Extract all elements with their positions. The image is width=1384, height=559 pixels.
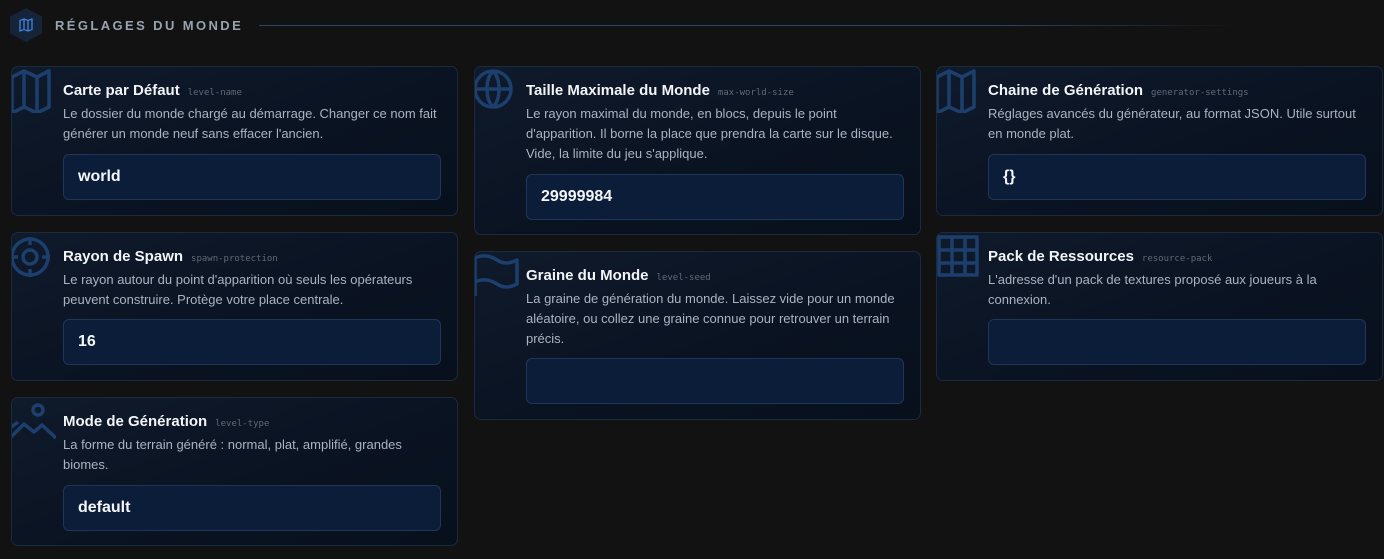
setting-title: Carte par Défaut: [63, 82, 180, 99]
max-world-size-input[interactable]: 29999984: [526, 174, 904, 220]
section-icon-badge: [10, 8, 42, 42]
setting-key: level-name: [187, 88, 242, 98]
landscape-icon: [12, 398, 56, 444]
section-title: RÉGLAGES DU MONDE: [55, 17, 244, 33]
flag-icon: [475, 252, 519, 298]
grid-icon: [937, 233, 981, 279]
setting-card-max-world-size: Taille Maximale du Monde max-world-size …: [474, 66, 921, 235]
header-divider: [259, 24, 1240, 26]
setting-key: max-world-size: [717, 88, 794, 98]
globe-icon: [475, 67, 519, 113]
setting-description: L'adresse d'un pack de textures proposé …: [988, 272, 1317, 307]
generator-settings-input[interactable]: {}: [988, 154, 1366, 200]
section-header: RÉGLAGES DU MONDE: [10, 8, 1240, 42]
map-icon: [19, 18, 33, 32]
setting-card-level-type: Mode de Génération level-type La forme d…: [11, 397, 458, 546]
setting-description: Le rayon maximal du monde, en blocs, dep…: [526, 106, 893, 161]
setting-title: Mode de Génération: [63, 413, 208, 430]
target-icon: [12, 233, 56, 279]
setting-card-resource-pack: Pack de Ressources resource-pack L'adres…: [936, 232, 1383, 381]
setting-title: Pack de Ressources: [988, 248, 1134, 265]
level-name-input[interactable]: world: [63, 154, 441, 200]
setting-key: level-seed: [656, 273, 711, 283]
setting-title: Taille Maximale du Monde: [526, 82, 710, 99]
setting-key: spawn-protection: [191, 254, 278, 264]
setting-description: La forme du terrain généré : normal, pla…: [63, 437, 402, 472]
setting-description: Le rayon autour du point d'apparition où…: [63, 272, 413, 307]
spawn-protection-input[interactable]: 16: [63, 319, 441, 365]
setting-description: La graine de génération du monde. Laisse…: [526, 291, 895, 346]
map-icon: [937, 67, 981, 113]
map-icon: [12, 67, 56, 113]
setting-key: generator-settings: [1151, 88, 1249, 98]
setting-title: Rayon de Spawn: [63, 248, 184, 265]
setting-card-level-name: Carte par Défaut level-name Le dossier d…: [11, 66, 458, 216]
setting-description: Réglages avancés du générateur, au forma…: [988, 106, 1356, 141]
setting-key: level-type: [215, 419, 270, 429]
setting-card-generator-settings: Chaine de Génération generator-settings …: [936, 66, 1383, 216]
setting-title: Graine du Monde: [526, 267, 649, 284]
level-seed-input[interactable]: [526, 358, 904, 404]
setting-key: resource-pack: [1141, 254, 1213, 264]
setting-card-level-seed: Graine du Monde level-seed La graine de …: [474, 251, 921, 420]
setting-title: Chaine de Génération: [988, 82, 1144, 99]
setting-description: Le dossier du monde chargé au démarrage.…: [63, 106, 437, 141]
resource-pack-input[interactable]: [988, 319, 1366, 365]
setting-card-spawn-protection: Rayon de Spawn spawn-protection Le rayon…: [11, 232, 458, 381]
level-type-input[interactable]: default: [63, 485, 441, 531]
